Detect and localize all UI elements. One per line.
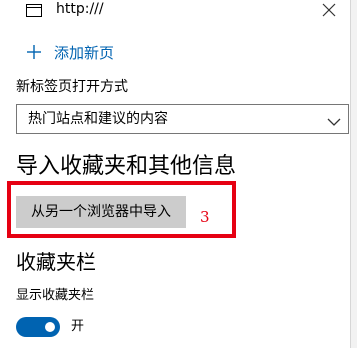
settings-panel: http:/// 添加新页 新标签页打开方式 热门站点和建议的内容 导入收藏夹和… (0, 0, 357, 348)
step-annotation: 3 (200, 208, 210, 226)
favorites-bar-heading: 收藏夹栏 (16, 250, 96, 274)
show-favorites-bar-label: 显示收藏夹栏 (16, 288, 95, 303)
new-tab-open-select[interactable]: 热门站点和建议的内容 (16, 104, 349, 134)
page-icon (26, 2, 42, 17)
show-favorites-bar-toggle[interactable] (16, 317, 60, 337)
scrollbar[interactable] (350, 0, 357, 348)
import-heading: 导入收藏夹和其他信息 (16, 154, 237, 179)
tab-url: http:/// (56, 1, 104, 17)
tab-row[interactable]: http:/// (0, 0, 350, 26)
new-tab-open-label: 新标签页打开方式 (16, 79, 128, 95)
plus-icon (26, 44, 42, 60)
toggle-knob (45, 322, 55, 332)
close-icon[interactable] (322, 2, 336, 17)
new-tab-open-selected-value: 热门站点和建议的内容 (28, 111, 168, 127)
add-new-tab-label: 添加新页 (54, 44, 115, 62)
import-from-browser-button[interactable]: 从另一个浏览器中导入 (16, 196, 186, 228)
toggle-state-label: 开 (71, 319, 85, 334)
chevron-down-icon (327, 113, 341, 126)
